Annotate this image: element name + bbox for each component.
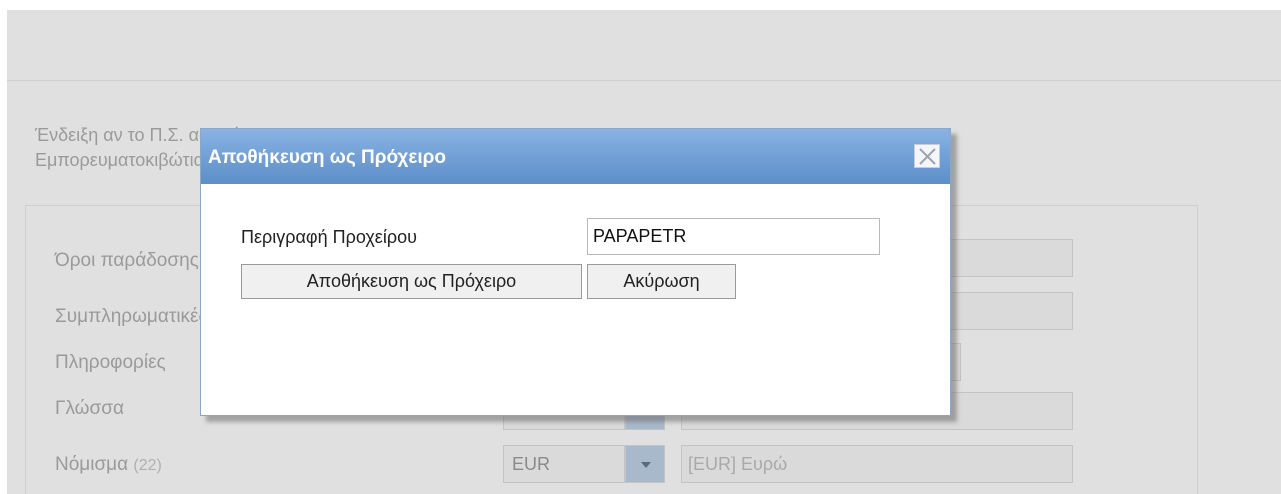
information-label: Πληροφορίες <box>55 352 166 373</box>
currency-code-field[interactable]: EUR <box>503 445 625 483</box>
currency-label-hint: (22) <box>133 457 162 474</box>
close-icon <box>919 148 936 165</box>
draft-description-label: Περιγραφή Προχείρου <box>241 227 417 247</box>
intro-text-line2: Εμπορευματοκιβώτια <box>35 150 204 170</box>
dialog-title: Αποθήκευση ως Πρόχειρο <box>208 147 446 168</box>
currency-label: Νόμισμα (22) <box>55 454 162 476</box>
page: Ένδειξη αν το Π.Σ. αφορά Εμπορευματοκιβώ… <box>0 0 1281 494</box>
save-as-draft-button[interactable]: Αποθήκευση ως Πρόχειρο <box>241 264 582 299</box>
currency-label-text: Νόμισμα <box>55 454 129 475</box>
dialog-close-button[interactable] <box>914 144 940 168</box>
delivery-terms-label: Όροι παράδοσης <box>55 250 199 271</box>
currency-name-field[interactable]: [EUR] Ευρώ <box>681 445 1073 483</box>
currency-dropdown-button[interactable] <box>625 445 665 483</box>
language-label: Γλώσσα <box>55 398 124 419</box>
dialog-header: Αποθήκευση ως Πρόχειρο <box>201 129 950 184</box>
cancel-button[interactable]: Ακύρωση <box>587 264 736 299</box>
draft-description-input[interactable] <box>587 218 880 255</box>
top-band <box>7 10 1281 81</box>
save-draft-dialog: Αποθήκευση ως Πρόχειρο Περιγραφή Προχείρ… <box>200 128 951 416</box>
